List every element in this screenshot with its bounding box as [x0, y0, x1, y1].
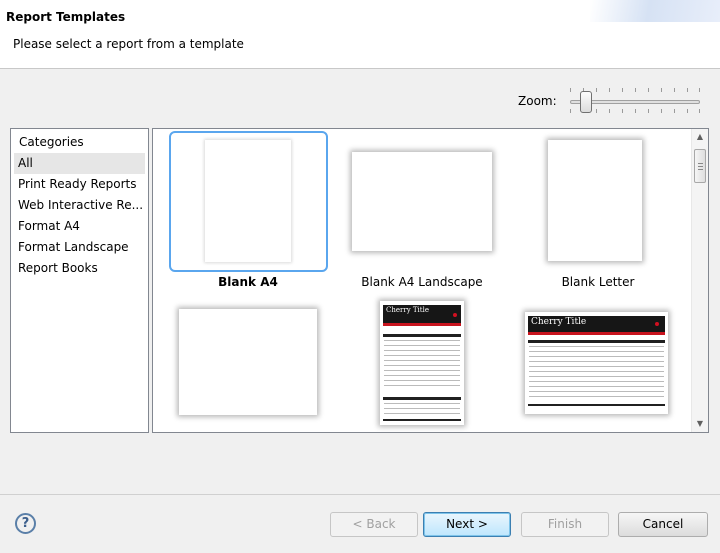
wizard-banner: Report Templates Please select a report …: [0, 0, 720, 69]
thumbnail-row: [529, 356, 664, 357]
cancel-button[interactable]: Cancel: [618, 512, 708, 537]
templates-gallery: Blank A4 Blank A4 Landscape Blank Letter…: [152, 128, 709, 433]
finish-button[interactable]: Finish: [521, 512, 609, 537]
thumbnail-row: [384, 385, 460, 386]
categories-header: Categories: [19, 135, 84, 149]
template-label: Blank A4 Landscape: [361, 275, 483, 289]
thumbnail-row: [384, 345, 460, 346]
cherry-icon: [453, 313, 457, 317]
template-label: Blank A4: [218, 275, 278, 289]
template-thumbnail: [205, 140, 291, 262]
cherry-icon: [655, 322, 659, 326]
template-label: Blank Letter: [561, 275, 635, 289]
template-cherry-portrait[interactable]: Cherry Title: [329, 299, 515, 432]
thumbnail-table-header: [528, 340, 665, 343]
scroll-up-icon[interactable]: ▲: [692, 129, 708, 145]
zoom-slider-thumb[interactable]: [580, 91, 592, 113]
wizard-title: Report Templates: [6, 10, 126, 24]
thumbnail-title: Cherry Title: [386, 306, 429, 314]
category-item-web-interactive[interactable]: Web Interactive Re...: [11, 195, 148, 216]
thumbnail-row: [384, 370, 460, 371]
report-templates-dialog: Report Templates Please select a report …: [0, 0, 720, 553]
thumbnail-row: [384, 360, 460, 361]
template-thumbnail: [179, 309, 317, 415]
thumbnail-row: [384, 340, 460, 341]
template-thumbnail: Cherry Title: [525, 312, 668, 414]
template-cherry-landscape[interactable]: Cherry Title: [505, 299, 691, 432]
thumbnail-row: [529, 376, 664, 377]
template-blank-letter[interactable]: Blank Letter: [505, 129, 691, 299]
thumbnail-row: [384, 413, 460, 414]
wizard-subtitle: Please select a report from a template: [13, 37, 244, 51]
thumbnail-title: Cherry Title: [531, 317, 587, 327]
template-thumbnail: [548, 140, 642, 261]
thumbnail-row: [529, 366, 664, 367]
thumbnail-footer: [383, 419, 461, 421]
thumbnail-row: [529, 386, 664, 387]
thumbnail-table-header: [383, 334, 461, 337]
thumbnail-red-band: [383, 323, 461, 326]
thumbnail-row: [529, 391, 664, 392]
thumbnail-row: [384, 355, 460, 356]
help-icon[interactable]: ?: [15, 513, 36, 534]
template-thumbnail: Cherry Title: [380, 301, 464, 425]
thumbnail-row: [384, 403, 460, 404]
thumbnail-footer: [528, 404, 665, 406]
category-item-report-books[interactable]: Report Books: [11, 258, 148, 279]
scrollbar-thumb[interactable]: [694, 149, 706, 183]
template-thumbnail: [352, 152, 492, 251]
scroll-down-icon[interactable]: ▼: [692, 416, 708, 432]
zoom-label: Zoom:: [518, 94, 557, 108]
templates-scrollbar[interactable]: ▲ ▼: [691, 129, 708, 432]
grip-line: [698, 166, 703, 167]
thumbnail-row: [529, 381, 664, 382]
thumbnail-row: [529, 351, 664, 352]
next-button[interactable]: Next >: [423, 512, 511, 537]
thumbnail-row: [384, 408, 460, 409]
thumbnail-red-band: [528, 332, 665, 335]
thumbnail-row: [384, 375, 460, 376]
thumbnail-row: [384, 350, 460, 351]
button-bar-separator: [0, 494, 720, 495]
thumbnail-row: [529, 371, 664, 372]
category-item-format-landscape[interactable]: Format Landscape: [11, 237, 148, 258]
thumbnail-row: [529, 396, 664, 397]
thumbnail-row: [384, 380, 460, 381]
thumbnail-row: [384, 365, 460, 366]
grip-line: [698, 163, 703, 164]
category-item-print-ready[interactable]: Print Ready Reports: [11, 174, 148, 195]
back-button[interactable]: < Back: [330, 512, 418, 537]
template-blank-landscape-2[interactable]: [153, 299, 343, 432]
grip-line: [698, 169, 703, 170]
thumbnail-row: [529, 361, 664, 362]
thumbnail-table-header: [383, 397, 461, 400]
categories-list: Categories All Print Ready Reports Web I…: [10, 128, 149, 433]
thumbnail-row: [529, 346, 664, 347]
banner-decoration: [590, 0, 720, 22]
category-item-all[interactable]: All: [14, 153, 145, 174]
category-item-format-a4[interactable]: Format A4: [11, 216, 148, 237]
template-blank-a4-landscape[interactable]: Blank A4 Landscape: [329, 129, 515, 299]
template-blank-a4[interactable]: Blank A4: [153, 129, 343, 299]
